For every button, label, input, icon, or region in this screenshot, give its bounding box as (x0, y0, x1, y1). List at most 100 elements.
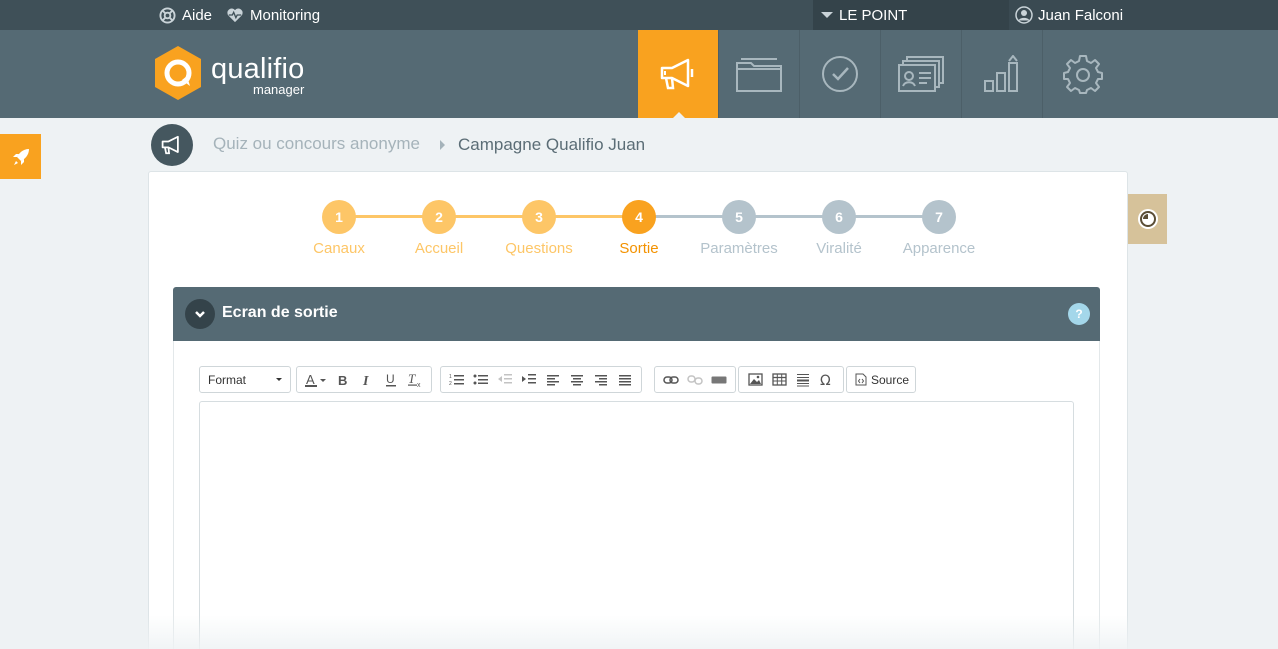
step-1-label[interactable]: Canaux (289, 240, 389, 257)
exit-screen-panel-header[interactable]: Ecran de sortie ? (173, 287, 1100, 341)
brand-selector[interactable]: LE POINT (813, 0, 1009, 30)
bullet-list-button[interactable] (469, 369, 493, 391)
folder-icon (736, 58, 782, 92)
help-icon[interactable]: ? (1068, 303, 1090, 325)
bar-chart-icon (984, 55, 1018, 92)
bottom-fade (0, 615, 1278, 649)
numbered-list-icon: 12 (449, 374, 464, 387)
monitoring-link[interactable]: Monitoring (226, 0, 320, 30)
rich-text-editor[interactable] (199, 401, 1074, 649)
align-center-button[interactable] (565, 369, 589, 391)
step-6-circle[interactable]: 6 (822, 200, 856, 234)
svg-text:A: A (306, 372, 315, 387)
link-button[interactable] (659, 369, 683, 391)
indent-button[interactable] (517, 369, 541, 391)
italic-button[interactable]: I (355, 369, 379, 391)
source-label: Source (871, 372, 910, 387)
nav-statistics[interactable] (961, 30, 1042, 118)
toolbar-format-group: Format (199, 366, 291, 393)
side-widget-button[interactable] (1128, 194, 1167, 244)
align-right-icon (595, 374, 607, 385)
outdent-button[interactable] (493, 369, 517, 391)
step-2-circle[interactable]: 2 (422, 200, 456, 234)
monitoring-label: Monitoring (250, 6, 321, 24)
svg-text:2: 2 (449, 381, 452, 387)
collapse-toggle[interactable] (185, 299, 215, 329)
check-circle-icon (822, 56, 858, 92)
nav-contacts[interactable] (880, 30, 961, 118)
nav-validation[interactable] (799, 30, 880, 118)
toolbar-source-group: Source (846, 366, 917, 393)
image-button[interactable] (743, 369, 767, 391)
nav-library[interactable] (718, 30, 799, 118)
gear-icon (1063, 55, 1103, 94)
user-avatar-icon (1015, 6, 1033, 24)
anchor-icon (711, 376, 727, 383)
step-2-label[interactable]: Accueil (389, 240, 489, 257)
step-4-label[interactable]: Sortie (589, 240, 689, 257)
svg-text:x: x (417, 382, 421, 388)
megaphone-icon (161, 135, 179, 155)
anchor-button[interactable] (707, 369, 731, 391)
align-left-button[interactable] (541, 369, 565, 391)
logo-tagline: manager (253, 82, 305, 97)
format-select[interactable]: Format (200, 369, 290, 391)
step-3-circle[interactable]: 3 (522, 200, 556, 234)
link-icon (663, 375, 679, 384)
image-icon (747, 373, 763, 386)
step-5-label[interactable]: Paramètres (689, 240, 789, 257)
unlink-button[interactable] (683, 369, 707, 391)
qualifio-logo-icon (155, 46, 201, 100)
indent-icon (522, 373, 536, 383)
table-icon (771, 373, 787, 386)
svg-text:T: T (408, 372, 416, 386)
align-center-icon (571, 374, 583, 385)
bold-button[interactable]: B (331, 369, 355, 391)
source-code-icon (855, 373, 867, 386)
text-color-icon: A (305, 372, 326, 387)
underline-button[interactable]: U (379, 369, 403, 391)
logo[interactable]: qualifio manager (153, 45, 321, 101)
main-nav (638, 30, 1123, 119)
svg-text:Ω: Ω (820, 373, 831, 387)
help-link[interactable]: Aide (159, 0, 212, 30)
breadcrumb-campaign-icon (151, 124, 193, 166)
lifebuoy-icon (159, 6, 176, 24)
source-button[interactable]: Source (855, 369, 909, 391)
chevron-down-icon (195, 311, 205, 318)
rocket-icon (12, 148, 29, 165)
step-7-circle[interactable]: 7 (922, 200, 956, 234)
numbered-list-button[interactable]: 12 (445, 369, 469, 391)
step-5-circle[interactable]: 5 (722, 200, 756, 234)
nav-settings[interactable] (1042, 30, 1123, 118)
toolbar-paragraph-group: 12 (440, 366, 642, 393)
horizontal-rule-button[interactable] (791, 369, 815, 391)
table-button[interactable] (767, 369, 791, 391)
step-7-label[interactable]: Apparence (889, 240, 989, 257)
omega-icon: Ω (820, 373, 831, 387)
toolbar-link-group (654, 366, 736, 393)
special-char-button[interactable]: Ω (815, 369, 839, 391)
top-bar: Aide Monitoring LE POINT Juan Falconi (0, 0, 1278, 30)
bullet-list-icon (473, 374, 488, 384)
step-3-label[interactable]: Questions (489, 240, 589, 257)
step-1-circle[interactable]: 1 (322, 200, 356, 234)
italic-icon: I (362, 374, 369, 387)
user-menu[interactable]: Juan Falconi (1009, 0, 1278, 30)
brand-name: LE POINT (839, 6, 908, 24)
align-right-button[interactable] (589, 369, 613, 391)
remove-format-button[interactable]: Tx (403, 369, 427, 391)
nav-campaigns[interactable] (638, 30, 718, 119)
breadcrumb-separator-icon (440, 140, 445, 150)
contacts-card-icon (898, 56, 944, 92)
main-header: qualifio manager (0, 30, 1278, 119)
text-color-button[interactable]: A (301, 369, 331, 391)
quick-launch-button[interactable] (0, 134, 41, 179)
breadcrumb-parent[interactable]: Quiz ou concours anonyme (213, 134, 420, 154)
step-4-circle[interactable]: 4 (622, 200, 656, 234)
format-label: Format (208, 372, 247, 387)
step-6-label[interactable]: Viralité (789, 240, 889, 257)
underline-icon: U (386, 372, 396, 387)
justify-button[interactable] (613, 369, 637, 391)
help-label: Aide (182, 6, 213, 24)
